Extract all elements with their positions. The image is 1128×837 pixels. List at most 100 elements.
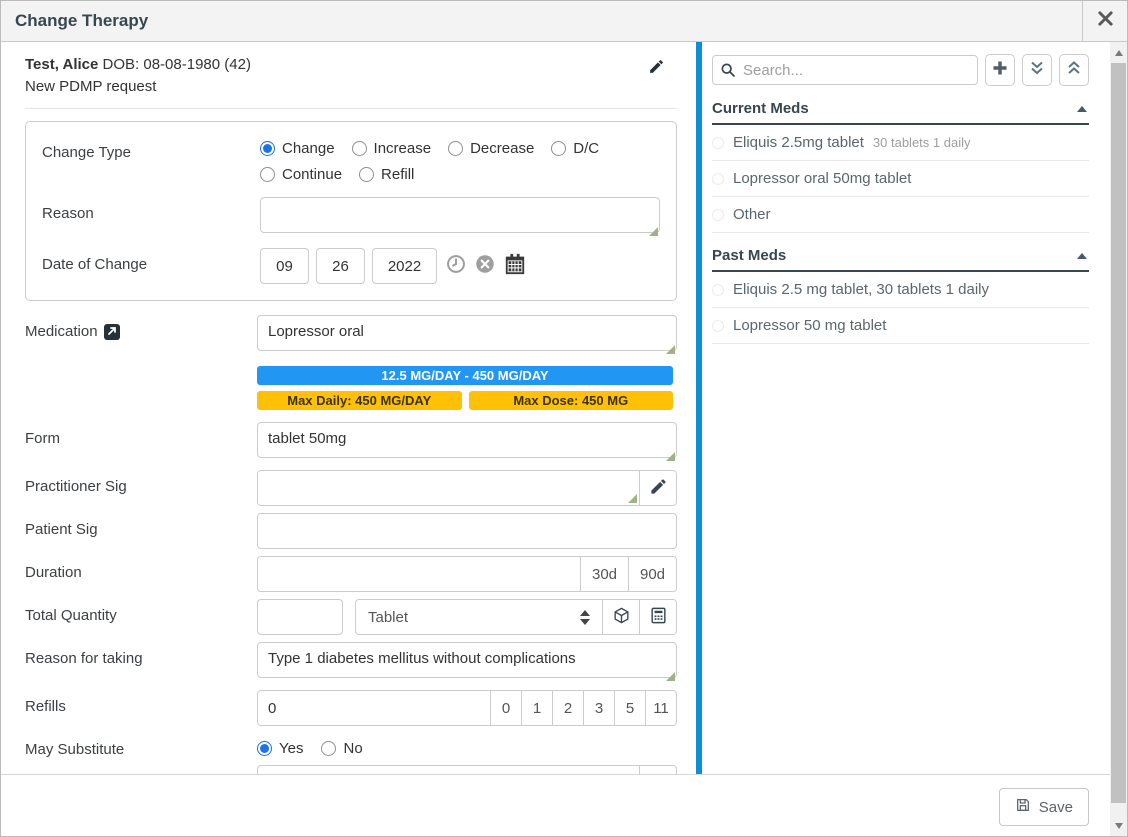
unit-select[interactable]: Tablet	[356, 600, 602, 634]
collapse-all-button[interactable]	[1022, 54, 1052, 86]
duration-input[interactable]	[258, 557, 580, 591]
vertical-scrollbar[interactable]	[1110, 42, 1127, 836]
external-link-icon	[107, 323, 117, 341]
clear-date-button[interactable]	[475, 254, 495, 279]
med-item-eliquis-current[interactable]: Eliquis 2.5mg tablet 30 tablets 1 daily	[712, 125, 1089, 161]
med-item-eliquis-past[interactable]: Eliquis 2.5 mg tablet, 30 tablets 1 dail…	[712, 272, 1089, 308]
modal-body: Test, Alice DOB: 08-08-1980 (42) New PDM…	[1, 42, 1110, 774]
save-label: Save	[1039, 799, 1073, 816]
refills-2-button[interactable]: 2	[552, 691, 583, 725]
expand-all-button[interactable]	[1059, 54, 1089, 86]
prescription-fields: Medication Lopressor oral	[25, 315, 677, 774]
calculate-quantity-button[interactable]	[639, 600, 676, 634]
duration-90d-button[interactable]: 90d	[628, 557, 676, 591]
refills-0-button[interactable]: 0	[490, 691, 521, 725]
form-label: Form	[25, 430, 60, 447]
plus-icon	[992, 60, 1008, 81]
close-button[interactable]	[1082, 1, 1127, 41]
radio-change[interactable]: Change	[260, 140, 335, 157]
modal-header: Change Therapy	[1, 1, 1127, 42]
change-type-label: Change Type	[42, 140, 260, 183]
current-meds-header[interactable]: Current Meds	[712, 100, 1089, 125]
change-type-panel: Change Type Change Increase Decrease D/C…	[25, 121, 677, 301]
collapse-caret-icon	[1077, 253, 1087, 259]
meds-sidebar: Current Meds Eliquis 2.5mg tablet 30 tab…	[696, 42, 1110, 774]
refills-input[interactable]	[258, 691, 490, 725]
save-button[interactable]: Save	[999, 788, 1089, 826]
collapse-caret-icon	[1077, 106, 1087, 112]
may-substitute-label: May Substitute	[25, 741, 124, 758]
save-icon	[1015, 797, 1031, 817]
reason-textarea[interactable]	[260, 197, 660, 233]
radio-decrease[interactable]: Decrease	[448, 140, 534, 157]
add-med-button[interactable]	[985, 54, 1015, 86]
practitioner-sig-textarea[interactable]	[258, 471, 639, 505]
substitute-no-radio[interactable]: No	[321, 740, 362, 757]
calendar-button[interactable]	[504, 253, 526, 280]
radio-selected-icon	[260, 141, 275, 156]
med-dot-icon	[712, 137, 724, 149]
cube-icon	[612, 606, 631, 629]
dose-range-badge: 12.5 MG/DAY - 450 MG/DAY	[257, 366, 673, 385]
patient-sig-label: Patient Sig	[25, 521, 98, 538]
choose-user-button[interactable]	[639, 766, 676, 774]
past-meds-header[interactable]: Past Meds	[712, 247, 1089, 272]
modal-footer: Save	[1, 774, 1110, 836]
radio-continue[interactable]: Continue	[260, 166, 342, 183]
radio-refill[interactable]: Refill	[359, 166, 414, 183]
med-item-other[interactable]: Other	[712, 197, 1089, 233]
refills-3-button[interactable]: 3	[583, 691, 614, 725]
double-chevron-up-icon	[1066, 60, 1082, 81]
new-pdmp-request-link[interactable]: New PDMP request	[25, 76, 677, 98]
scroll-down-button[interactable]	[1110, 817, 1127, 834]
radio-increase[interactable]: Increase	[352, 140, 432, 157]
pencil-icon	[649, 477, 668, 500]
scroll-up-button[interactable]	[1110, 44, 1127, 61]
clock-icon	[446, 254, 466, 279]
scrollbar-thumb[interactable]	[1111, 63, 1126, 803]
section-title: Current Meds	[712, 100, 809, 117]
date-year-input[interactable]	[372, 248, 437, 284]
past-meds-section: Past Meds Eliquis 2.5 mg tablet, 30 tabl…	[712, 247, 1089, 344]
meds-search-input[interactable]	[712, 55, 978, 85]
patient-sig-input[interactable]	[257, 513, 677, 549]
current-meds-section: Current Meds Eliquis 2.5mg tablet 30 tab…	[712, 100, 1089, 233]
dispense-unit-button[interactable]	[602, 600, 639, 634]
prescriber-select[interactable]: Select User	[258, 766, 639, 774]
refills-1-button[interactable]: 1	[521, 691, 552, 725]
date-day-input[interactable]	[316, 248, 365, 284]
duration-label: Duration	[25, 564, 82, 581]
arrow-up-icon	[1115, 50, 1123, 56]
medication-lookup-button[interactable]	[104, 324, 120, 340]
medication-textarea[interactable]: Lopressor oral	[257, 315, 677, 351]
double-chevron-down-icon	[1029, 60, 1045, 81]
med-item-lopressor-past[interactable]: Lopressor 50 mg tablet	[712, 308, 1089, 344]
radio-icon	[448, 141, 463, 156]
meds-toolbar	[712, 54, 1089, 86]
quantity-input[interactable]	[257, 599, 343, 635]
arrow-down-icon	[1115, 823, 1123, 829]
change-therapy-modal: Change Therapy Test, Alice DOB: 08-08-19…	[0, 0, 1128, 837]
radio-dc[interactable]: D/C	[551, 140, 599, 157]
patient-dob: DOB: 08-08-1980 (42)	[103, 56, 251, 73]
edit-sig-button[interactable]	[639, 471, 676, 505]
substitute-yes-radio[interactable]: Yes	[257, 740, 303, 757]
radio-icon	[551, 141, 566, 156]
time-button[interactable]	[446, 254, 466, 279]
med-dot-icon	[712, 173, 724, 185]
radio-icon	[321, 741, 336, 756]
date-of-change-label: Date of Change	[42, 248, 260, 284]
radio-icon	[359, 167, 374, 182]
reason-for-taking-textarea[interactable]: Type 1 diabetes mellitus without complic…	[257, 642, 677, 678]
form-textarea[interactable]: tablet 50mg	[257, 422, 677, 458]
med-item-lopressor-current[interactable]: Lopressor oral 50mg tablet	[712, 161, 1089, 197]
date-month-input[interactable]	[260, 248, 309, 284]
med-dot-icon	[712, 320, 724, 332]
reason-label: Reason	[42, 197, 260, 238]
prescription-form-pane: Test, Alice DOB: 08-08-1980 (42) New PDM…	[1, 42, 696, 774]
refills-11-button[interactable]: 11	[645, 691, 676, 725]
edit-patient-button[interactable]	[648, 58, 665, 80]
total-quantity-label: Total Quantity	[25, 607, 117, 624]
refills-5-button[interactable]: 5	[614, 691, 645, 725]
duration-30d-button[interactable]: 30d	[580, 557, 628, 591]
